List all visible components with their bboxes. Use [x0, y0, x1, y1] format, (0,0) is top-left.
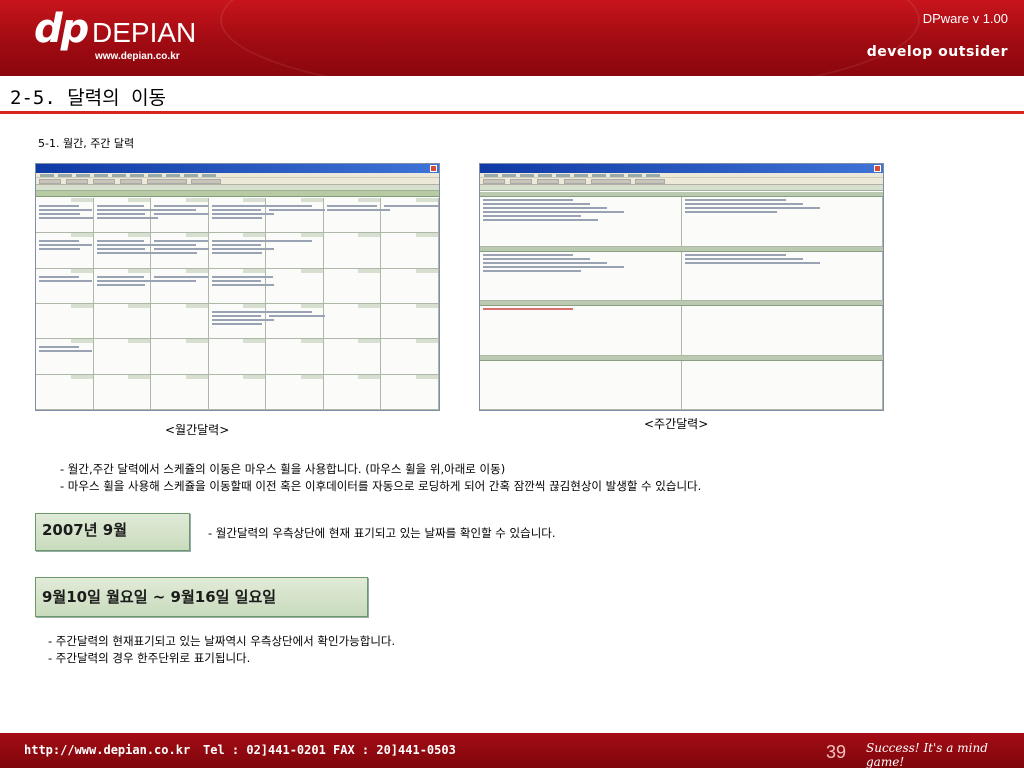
calendar-cell [266, 339, 324, 375]
week-day-cell [681, 197, 883, 247]
logo-name: DEPIAN [92, 17, 197, 48]
calendar-cell [93, 374, 152, 410]
calendar-cell [36, 198, 94, 234]
title-underline [0, 111, 1024, 114]
calendar-cell [208, 198, 274, 234]
calendar-cell [208, 268, 274, 304]
calendar-cell [323, 304, 382, 340]
calendar-cell [36, 233, 94, 269]
calendar-cell [151, 268, 209, 304]
logo-mark: dp [34, 6, 89, 52]
calendar-cell [323, 374, 382, 410]
calendar-cell [381, 374, 439, 410]
calendar-cell [266, 304, 326, 340]
week-day-cell [681, 306, 883, 356]
screenshot-titlebar [480, 164, 883, 173]
calendar-cell [36, 374, 94, 410]
calendar-cell [93, 233, 158, 269]
calendar-cell [323, 233, 382, 269]
version-label: DPware v 1.00 [922, 11, 1008, 26]
calendar-cell [151, 198, 210, 234]
page-number: 39 [826, 742, 847, 762]
note-week-2: - 주간달력의 경우 한주단위로 표기됩니다. [48, 651, 251, 665]
screenshot-weekday-header [36, 191, 439, 197]
calendar-cell [36, 268, 94, 304]
footer-url: http://www.depian.co.kr [24, 743, 191, 757]
week-label-box: 9월10일 월요일 ~ 9월16일 일요일 [35, 577, 368, 617]
page-title: 2-5. 달력의 이동 [10, 87, 167, 109]
page-subtitle: 5-1. 월간, 주간 달력 [38, 137, 135, 150]
screenshot-toolbar [480, 178, 883, 185]
week-day-cell [480, 251, 682, 301]
calendar-cell [266, 268, 324, 304]
week-day-cell [480, 197, 682, 247]
calendar-cell [208, 339, 267, 375]
week-day-cell [480, 306, 682, 356]
calendar-cell [266, 198, 326, 234]
calendar-cell [93, 304, 152, 340]
calendar-cell [381, 198, 439, 234]
week-day-cell [480, 360, 682, 410]
calendar-cell [93, 198, 158, 234]
monthly-calendar-screenshot [35, 163, 440, 411]
calendar-cell [151, 233, 210, 269]
calendar-cell [323, 198, 390, 234]
header-swoosh [220, 0, 920, 76]
footer-fax: FAX : 20]441-0503 [333, 743, 456, 757]
calendar-cell [208, 304, 274, 340]
weekly-grid [480, 192, 883, 410]
footer-slogan: Success! It's a mind game! [866, 741, 988, 768]
calendar-cell [36, 304, 94, 340]
calendar-cell [381, 233, 439, 269]
calendar-cell [266, 374, 324, 410]
calendar-cell [208, 374, 267, 410]
calendar-cell [151, 339, 209, 375]
screenshot-toolbar [36, 178, 439, 185]
month-label: 2007년 9월 [42, 521, 128, 539]
calendar-cell [381, 268, 439, 304]
calendar-cell [323, 268, 382, 304]
week-day-cell [681, 251, 883, 301]
tagline: develop outsider [866, 44, 1008, 60]
calendar-cell [93, 339, 152, 375]
calendar-cell [381, 339, 439, 375]
monthly-grid [36, 198, 439, 410]
week-day-cell [681, 360, 883, 410]
header-banner: dp DEPIAN www.depian.co.kr DPware v 1.00… [0, 0, 1024, 76]
close-icon [430, 165, 437, 172]
close-icon [874, 165, 881, 172]
note-scroll-2: - 마우스 휠을 사용해 스케쥴을 이동할때 이전 혹은 이후데이터를 자동으로… [60, 479, 702, 493]
calendar-cell [151, 304, 209, 340]
weekly-calendar-screenshot [479, 163, 884, 411]
weekly-caption: <주간달력> [644, 417, 709, 431]
footer-tel: Tel : 02]441-0201 [203, 743, 326, 757]
logo-url: www.depian.co.kr [95, 51, 180, 62]
week-label: 9월10일 월요일 ~ 9월16일 일요일 [42, 588, 277, 606]
screenshot-datebar [480, 185, 883, 191]
note-week-1: - 주간달력의 현재표기되고 있는 날짜역시 우측상단에서 확인가능합니다. [48, 634, 396, 648]
calendar-cell [381, 304, 439, 340]
calendar-cell [36, 339, 94, 375]
calendar-cell [323, 339, 382, 375]
calendar-cell [266, 233, 324, 269]
calendar-cell [93, 268, 157, 304]
footer-banner: http://www.depian.co.kr Tel : 02]441-020… [0, 733, 1024, 768]
monthly-caption: <월간달력> [165, 423, 230, 437]
note-scroll-1: - 월간,주간 달력에서 스케쥴의 이동은 마우스 휠을 사용합니다. (마우스… [60, 462, 506, 476]
calendar-cell [208, 233, 274, 269]
calendar-cell [151, 374, 209, 410]
month-label-box: 2007년 9월 [35, 513, 190, 551]
screenshot-titlebar [36, 164, 439, 173]
note-month: - 월간달력의 우측상단에 현재 표기되고 있는 날짜를 확인할 수 있습니다. [208, 526, 556, 540]
